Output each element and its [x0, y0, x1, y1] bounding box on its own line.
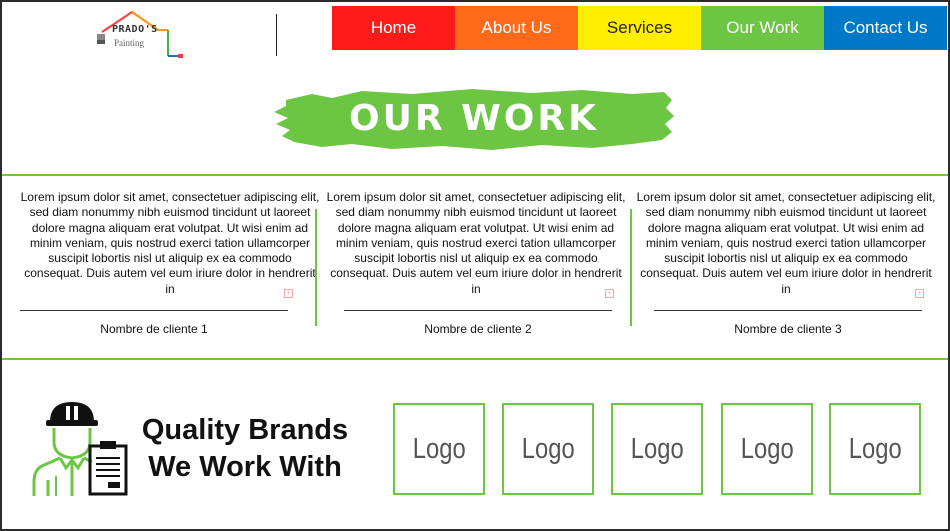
- expand-icon[interactable]: +: [284, 289, 293, 298]
- brand-logo-box[interactable]: Logo: [611, 403, 703, 495]
- expand-icon[interactable]: +: [605, 289, 614, 298]
- client-name: Nombre de cliente 3: [734, 322, 842, 336]
- testimonial-underline: [654, 310, 922, 311]
- testimonial-underline: [344, 310, 612, 311]
- testimonial-card: Lorem ipsum dolor sit amet, consectetuer…: [636, 190, 936, 336]
- client-name: Nombre de cliente 2: [424, 322, 532, 336]
- brand-logo-box[interactable]: Logo: [502, 403, 594, 495]
- brand-logo-label: Logo: [521, 432, 575, 465]
- brands-heading-line1: Quality Brands: [141, 414, 349, 446]
- brand-logo-label: Logo: [412, 432, 466, 465]
- nav-services[interactable]: Services: [578, 6, 701, 50]
- column-separator: [630, 209, 632, 326]
- brands-heading: Quality Brands We Work With: [136, 412, 354, 486]
- testimonial-text: Lorem ipsum dolor sit amet, consectetuer…: [636, 190, 936, 296]
- brand-logo-label: Logo: [848, 432, 902, 465]
- brand-name: PRADO'S: [112, 24, 158, 35]
- brand-logo-label: Logo: [630, 432, 684, 465]
- main-nav: Home About Us Services Our Work Contact …: [332, 6, 947, 50]
- nav-home[interactable]: Home: [332, 6, 455, 50]
- brand-logo[interactable]: PRADO'S Painting: [96, 10, 188, 64]
- nav-about-us[interactable]: About Us: [455, 6, 578, 50]
- testimonial-text: Lorem ipsum dolor sit amet, consectetuer…: [326, 190, 626, 296]
- column-separator: [315, 209, 317, 326]
- brand-logo-box[interactable]: Logo: [721, 403, 813, 495]
- worker-with-clipboard-icon: [32, 402, 128, 496]
- nav-contact-us[interactable]: Contact Us: [824, 6, 947, 50]
- client-name: Nombre de cliente 1: [100, 322, 208, 336]
- header-divider: [276, 14, 277, 56]
- brands-heading-line2: We Work With: [148, 451, 342, 483]
- expand-icon[interactable]: +: [915, 289, 924, 298]
- section-divider-top: [2, 174, 948, 176]
- testimonial-card: Lorem ipsum dolor sit amet, consectetuer…: [20, 190, 320, 336]
- testimonial-underline: [20, 310, 288, 311]
- brand-logo-label: Logo: [740, 432, 794, 465]
- brand-logo-box[interactable]: Logo: [829, 403, 921, 495]
- brand-sub: Painting: [114, 38, 145, 48]
- page-title: OUR WORK: [348, 97, 600, 139]
- house-paint-logo-icon: [97, 10, 183, 58]
- nav-our-work[interactable]: Our Work: [701, 6, 824, 50]
- testimonial-text: Lorem ipsum dolor sit amet, consectetuer…: [20, 190, 320, 296]
- section-divider-bottom: [2, 358, 948, 360]
- brand-logo-box[interactable]: Logo: [393, 403, 485, 495]
- testimonial-card: Lorem ipsum dolor sit amet, consectetuer…: [326, 190, 626, 336]
